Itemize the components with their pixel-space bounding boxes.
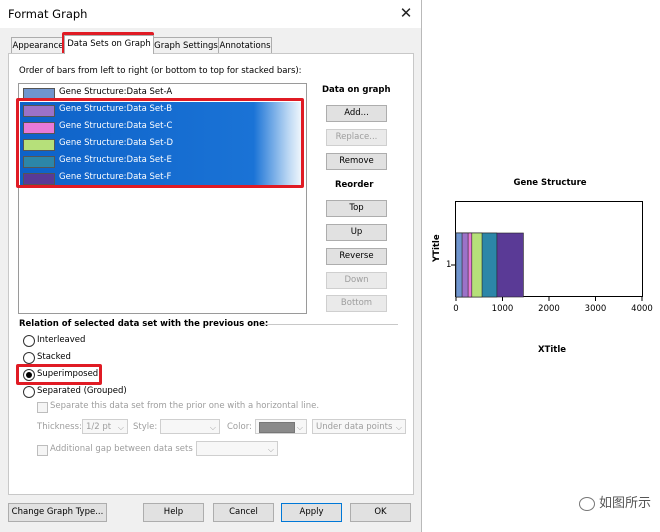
bar-data-set-a <box>455 232 463 298</box>
wechat-icon <box>579 496 595 511</box>
x-tick-label: 2000 <box>538 304 560 314</box>
x-tick-label: 4000 <box>631 304 653 314</box>
watermark-text: 如图所示 <box>599 496 652 511</box>
x-tick-label: 1000 <box>492 304 514 314</box>
x-axis-title: XTitle <box>538 345 567 355</box>
chart-svg: 0 1000 2000 3000 4000 <box>451 232 653 314</box>
y-axis-title: YTitle <box>432 234 442 262</box>
x-tick-label: 0 <box>453 304 458 314</box>
x-tick-label: 3000 <box>585 304 607 314</box>
tab-data-sets-on-graph[interactable]: Data Sets on Graph <box>64 35 154 54</box>
y-tick-label: 1 <box>446 260 452 270</box>
bars-layer <box>455 232 524 298</box>
watermark: 如图所示 <box>579 492 651 511</box>
